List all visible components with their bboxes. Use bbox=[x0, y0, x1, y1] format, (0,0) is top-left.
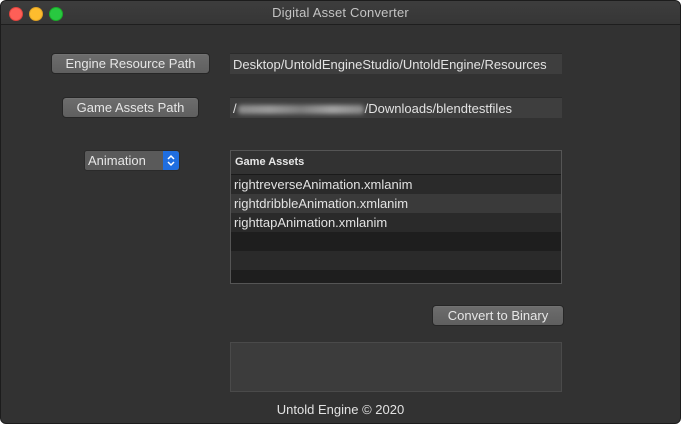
game-path-prefix: / bbox=[233, 101, 237, 116]
app-window: Digital Asset Converter Engine Resource … bbox=[0, 0, 681, 424]
table-row[interactable] bbox=[231, 232, 561, 251]
table-row[interactable]: rightdribbleAnimation.xmlanim bbox=[231, 194, 561, 213]
engine-path-text: Desktop/UntoldEngineStudio/UntoldEngine/… bbox=[233, 57, 547, 72]
convert-to-binary-button[interactable]: Convert to Binary bbox=[432, 305, 564, 326]
engine-resource-path-field[interactable]: Desktop/UntoldEngineStudio/UntoldEngine/… bbox=[230, 53, 562, 74]
asset-type-selected: Animation bbox=[88, 153, 146, 168]
game-assets-path-field[interactable]: / /Downloads/blendtestfiles bbox=[230, 97, 562, 118]
game-assets-path-button[interactable]: Game Assets Path bbox=[62, 97, 199, 118]
footer-copyright: Untold Engine © 2020 bbox=[276, 402, 405, 417]
game-assets-table[interactable]: Game Assets rightreverseAnimation.xmlani… bbox=[230, 150, 562, 284]
table-row[interactable]: rightreverseAnimation.xmlanim bbox=[231, 175, 561, 194]
output-log-area[interactable] bbox=[230, 342, 562, 392]
chevron-updown-icon[interactable] bbox=[163, 151, 179, 170]
table-header[interactable]: Game Assets bbox=[231, 151, 561, 175]
redacted-username bbox=[237, 105, 364, 115]
game-path-suffix: /Downloads/blendtestfiles bbox=[364, 101, 513, 116]
table-row[interactable] bbox=[231, 251, 561, 270]
title-bar: Digital Asset Converter bbox=[1, 1, 680, 25]
window-title: Digital Asset Converter bbox=[272, 5, 409, 20]
table-row[interactable]: righttapAnimation.xmlanim bbox=[231, 213, 561, 232]
table-row[interactable] bbox=[231, 270, 561, 283]
asset-type-popup[interactable]: Animation bbox=[84, 150, 180, 171]
engine-resource-path-button[interactable]: Engine Resource Path bbox=[51, 53, 210, 74]
